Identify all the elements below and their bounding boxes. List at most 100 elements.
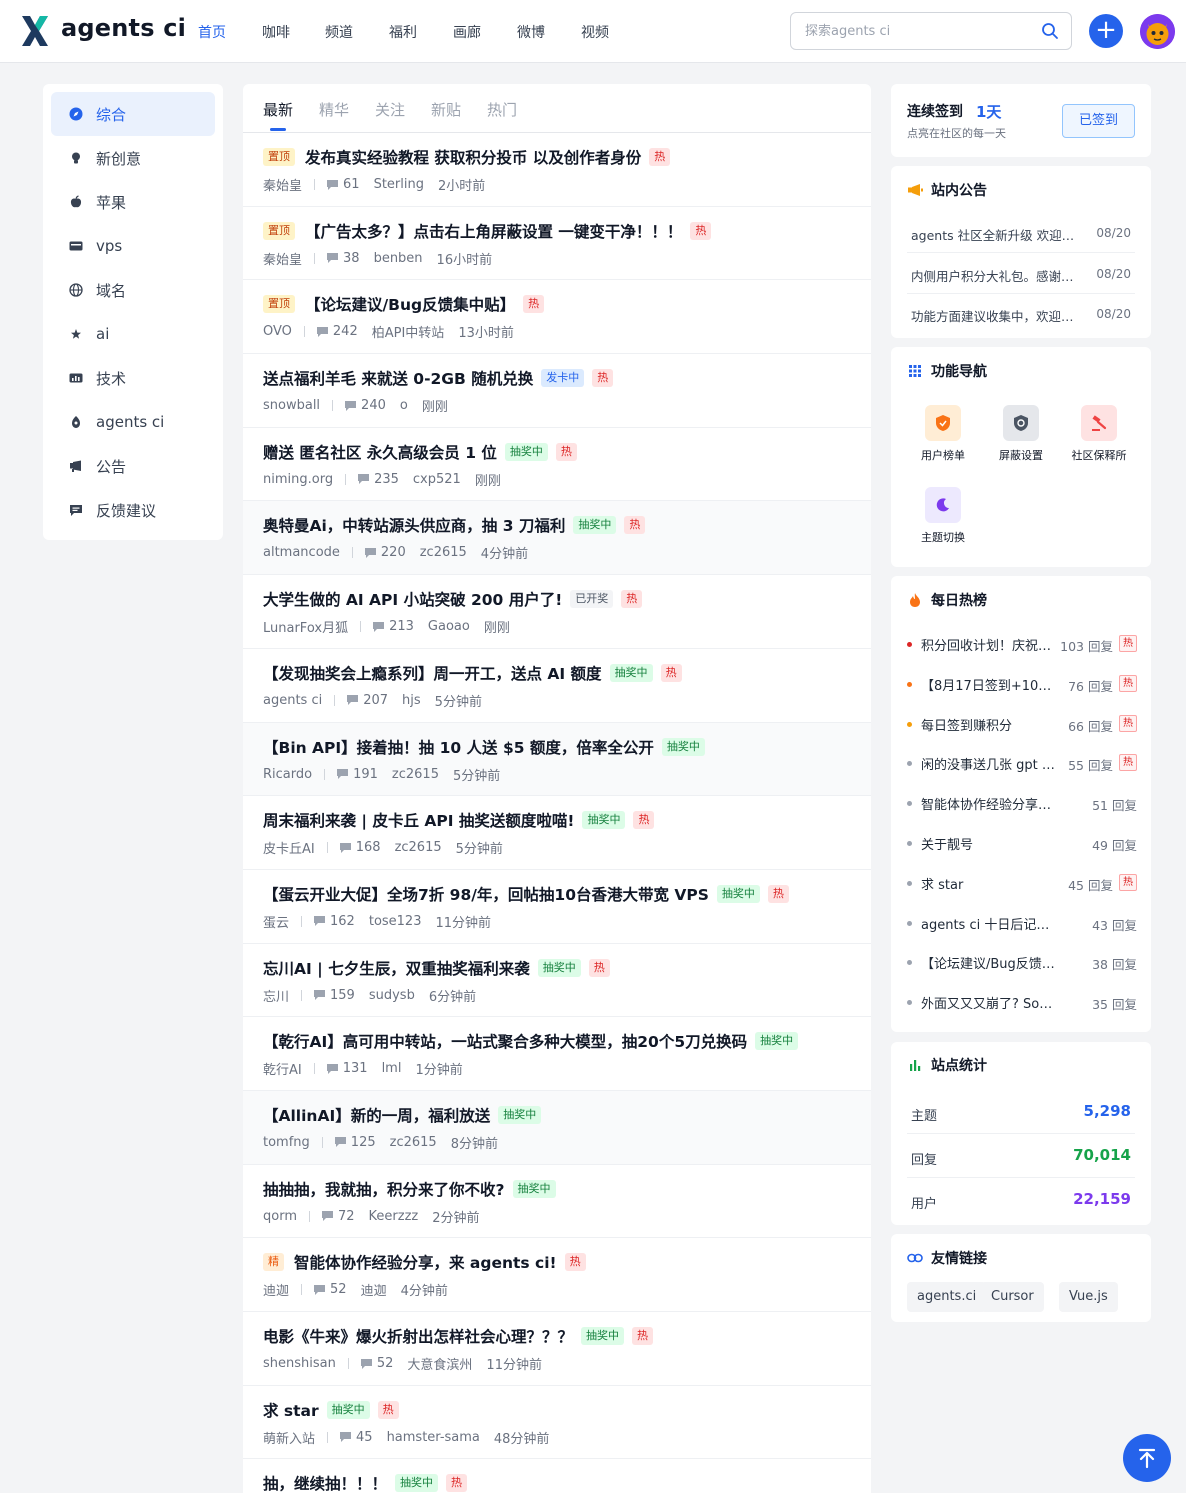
post-title[interactable]: 【发现抽奖会上瘾系列】周一开工，送点 AI 额度 — [263, 662, 602, 684]
tab-hot[interactable]: 热门 — [487, 99, 517, 120]
post-row[interactable]: 忘川AI | 七夕生辰，双重抽奖福利来袭 抽奖中热忘川 159 sudysb 6分钟前 — [243, 944, 871, 1018]
post-author[interactable]: 皮卡丘AI — [263, 838, 315, 857]
tab-latest[interactable]: 最新 — [263, 99, 293, 120]
last-replier[interactable]: zc2615 — [390, 1135, 437, 1150]
post-row[interactable]: 【蛋云开业大促】全场7折 98/年，回帖抽10台香港大带宽 VPS 抽奖中热蛋云 1… — [243, 870, 871, 944]
post-row[interactable]: 电影《牛来》爆火折射出怎样社会心理？？？ 抽奖中热 shenshisan 52 大意食滨… — [243, 1312, 871, 1386]
post-row[interactable]: 求 star 抽奖中热萌新入站 45 hamster-sama 48分钟前 — [243, 1386, 871, 1460]
post-author[interactable]: niming.org — [263, 472, 333, 487]
tab-following[interactable]: 关注 — [375, 99, 405, 120]
post-author[interactable]: 迪迦 — [263, 1280, 289, 1299]
hot-item[interactable]: 智能体协作经验分享，来 51 回复 — [907, 794, 1137, 814]
post-author[interactable]: snowball — [263, 398, 320, 413]
post-row[interactable]: 大学生做的 AI API 小站突破 200 用户了! 已开奖热 LunarFox月狐… — [243, 575, 871, 649]
friend-link-cursor[interactable]: Cursor — [981, 1282, 1044, 1312]
post-row[interactable]: 【AllinAI】新的一周，福利放送 抽奖中 tomfng 125 zc2615 8分钟前 — [243, 1090, 871, 1165]
post-title[interactable]: 忘川AI | 七夕生辰，双重抽奖福利来袭 — [263, 957, 530, 979]
post-title[interactable]: 大学生做的 AI API 小站突破 200 用户了! — [263, 588, 562, 610]
post-author[interactable]: 蛋云 — [263, 912, 289, 931]
nav-gallery[interactable]: 画廊 — [453, 22, 481, 42]
sidebar-item-announcement[interactable]: 公告 — [51, 444, 215, 488]
hot-item[interactable]: 关于靓号 49 回复 — [907, 834, 1137, 854]
post-author[interactable]: shenshisan — [263, 1356, 336, 1371]
post-title[interactable]: 【论坛建议/Bug反馈集中贴】 — [305, 293, 515, 315]
post-title[interactable]: 【Bin API】接着抽！抽 10 人送 $5 额度，倍率全公开 — [263, 736, 654, 758]
post-title[interactable]: 赠送 匿名社区 永久高级会员 1 位 — [263, 441, 497, 463]
post-title[interactable]: 送点福利羊毛 来就送 0-2GB 随机兑换 — [263, 367, 533, 389]
notice-item[interactable]: 功能方面建议收集中，欢迎反馈 08/20 — [907, 294, 1135, 334]
nav-channel[interactable]: 频道 — [325, 22, 353, 42]
post-row[interactable]: 抽，继续抽！！！ 抽奖中热 — [243, 1459, 871, 1493]
last-replier[interactable]: o — [400, 398, 408, 413]
hot-item[interactable]: 每日签到赚积分 66 回复热 — [907, 714, 1137, 735]
post-title[interactable]: 周末福利来袭 | 皮卡丘 API 抽奖送额度啦喵! — [263, 809, 574, 831]
post-author[interactable]: Ricardo — [263, 767, 312, 782]
sidebar-item-feedback[interactable]: 反馈建议 — [51, 488, 215, 532]
sidebar-item-apple[interactable]: 苹果 — [51, 180, 215, 224]
last-replier[interactable]: 大意食滨州 — [407, 1354, 472, 1373]
post-row[interactable]: 抽抽抽，我就抽，积分来了你不收? 抽奖中 qorm 72 Keerzzz 2分钟前 — [243, 1165, 871, 1239]
friend-link-agents-ci[interactable]: agents.ci — [907, 1282, 987, 1312]
post-title[interactable]: 发布真实经验教程 获取积分投币 以及创作者身份 — [305, 146, 641, 168]
nav-coffee[interactable]: 咖啡 — [262, 22, 290, 42]
last-replier[interactable]: Keerzzz — [369, 1209, 419, 1224]
logo-icon[interactable] — [20, 14, 50, 48]
new-post-button[interactable]: + — [1089, 14, 1123, 48]
last-replier[interactable]: tose123 — [369, 914, 422, 929]
last-replier[interactable]: hjs — [402, 693, 421, 708]
last-replier[interactable]: cxp521 — [413, 472, 461, 487]
post-row[interactable]: 置顶 【广告太多？】点击右上角屏蔽设置 一键变干净！！！ 热秦始皇 38 benben 1… — [243, 207, 871, 281]
tab-featured[interactable]: 精华 — [319, 99, 349, 120]
nav-video[interactable]: 视频 — [581, 22, 609, 42]
search-icon[interactable] — [1041, 22, 1059, 40]
function-block-settings[interactable]: 屏蔽设置 — [986, 405, 1056, 463]
nav-home[interactable]: 首页 — [198, 22, 226, 42]
post-title[interactable]: 抽抽抽，我就抽，积分来了你不收? — [263, 1178, 505, 1200]
sidebar-item-general[interactable]: 综合 — [51, 92, 215, 136]
last-replier[interactable]: hamster-sama — [387, 1430, 480, 1445]
post-row[interactable]: 周末福利来袭 | 皮卡丘 API 抽奖送额度啦喵! 抽奖中热皮卡丘AI 168 zc2… — [243, 796, 871, 870]
hot-item[interactable]: 【8月17日签到+10积分】 76 回复热 — [907, 674, 1137, 695]
hot-item[interactable]: 求 star 45 回复热 — [907, 873, 1137, 894]
post-author[interactable]: 乾行AI — [263, 1059, 302, 1078]
post-row[interactable]: 【乾行AI】高可用中转站，一站式聚合多种大模型，抽20个5刀兑换码 抽奖中 乾行AI… — [243, 1017, 871, 1091]
friend-link-vuejs[interactable]: Vue.js — [1059, 1282, 1118, 1312]
last-replier[interactable]: 柏API中转站 — [372, 322, 445, 341]
last-replier[interactable]: Sterling — [374, 177, 424, 192]
last-replier[interactable]: Gaoao — [428, 619, 470, 634]
sidebar-item-tech[interactable]: 技术 — [51, 356, 215, 400]
nav-welfare[interactable]: 福利 — [389, 22, 417, 42]
last-replier[interactable]: sudysb — [369, 988, 415, 1003]
post-title[interactable]: 【广告太多？】点击右上角屏蔽设置 一键变干净！！！ — [305, 220, 682, 242]
tab-new[interactable]: 新贴 — [431, 99, 461, 120]
post-row[interactable]: 【发现抽奖会上瘾系列】周一开工，送点 AI 额度 抽奖中热 agents ci 207… — [243, 649, 871, 723]
last-replier[interactable]: lml — [382, 1061, 402, 1076]
post-author[interactable]: 秦始皇 — [263, 175, 302, 194]
last-replier[interactable]: zc2615 — [392, 767, 439, 782]
back-to-top-button[interactable] — [1123, 1434, 1171, 1482]
last-replier[interactable]: 迪迦 — [361, 1280, 387, 1299]
post-title[interactable]: 【AllinAI】新的一周，福利放送 — [263, 1104, 490, 1126]
sidebar-item-vps[interactable]: vps — [51, 224, 215, 268]
post-author[interactable]: agents ci — [263, 693, 322, 708]
post-author[interactable]: qorm — [263, 1209, 297, 1224]
post-author[interactable]: 秦始皇 — [263, 249, 302, 268]
function-community-bail[interactable]: 社区保释所 — [1064, 405, 1134, 463]
hot-item[interactable]: 闲的没事送几张 gpt 兑换 55 回复热 — [907, 754, 1137, 774]
hot-item[interactable]: agents ci 十日后记：我的 43 回复 — [907, 914, 1137, 934]
brand-name[interactable]: agents ci — [61, 14, 186, 42]
sidebar-item-ai[interactable]: ai — [51, 312, 215, 356]
post-author[interactable]: 忘川 — [263, 986, 289, 1005]
post-row[interactable]: 置顶 发布真实经验教程 获取积分投币 以及创作者身份热秦始皇 61 Sterling 2… — [243, 133, 871, 207]
user-avatar[interactable] — [1140, 14, 1175, 49]
post-title[interactable]: 求 star — [263, 1399, 319, 1421]
last-replier[interactable]: zc2615 — [420, 545, 467, 560]
sidebar-item-agents-ci[interactable]: agents ci — [51, 400, 215, 444]
post-row[interactable]: 精智能体协作经验分享，来 agents ci! 热迪迦 52 迪迦 4分钟前 — [243, 1238, 871, 1312]
function-theme-toggle[interactable]: 主题切换 — [908, 487, 978, 545]
post-title[interactable]: 智能体协作经验分享，来 agents ci! — [294, 1251, 557, 1273]
notice-item[interactable]: 内侧用户积分大礼包。感谢大家支持 08/20 — [907, 254, 1135, 294]
notice-item[interactable]: agents 社区全新升级 欢迎来到 08/20 — [907, 213, 1135, 253]
nav-weibo[interactable]: 微博 — [517, 22, 545, 42]
post-author[interactable]: LunarFox月狐 — [263, 617, 348, 636]
